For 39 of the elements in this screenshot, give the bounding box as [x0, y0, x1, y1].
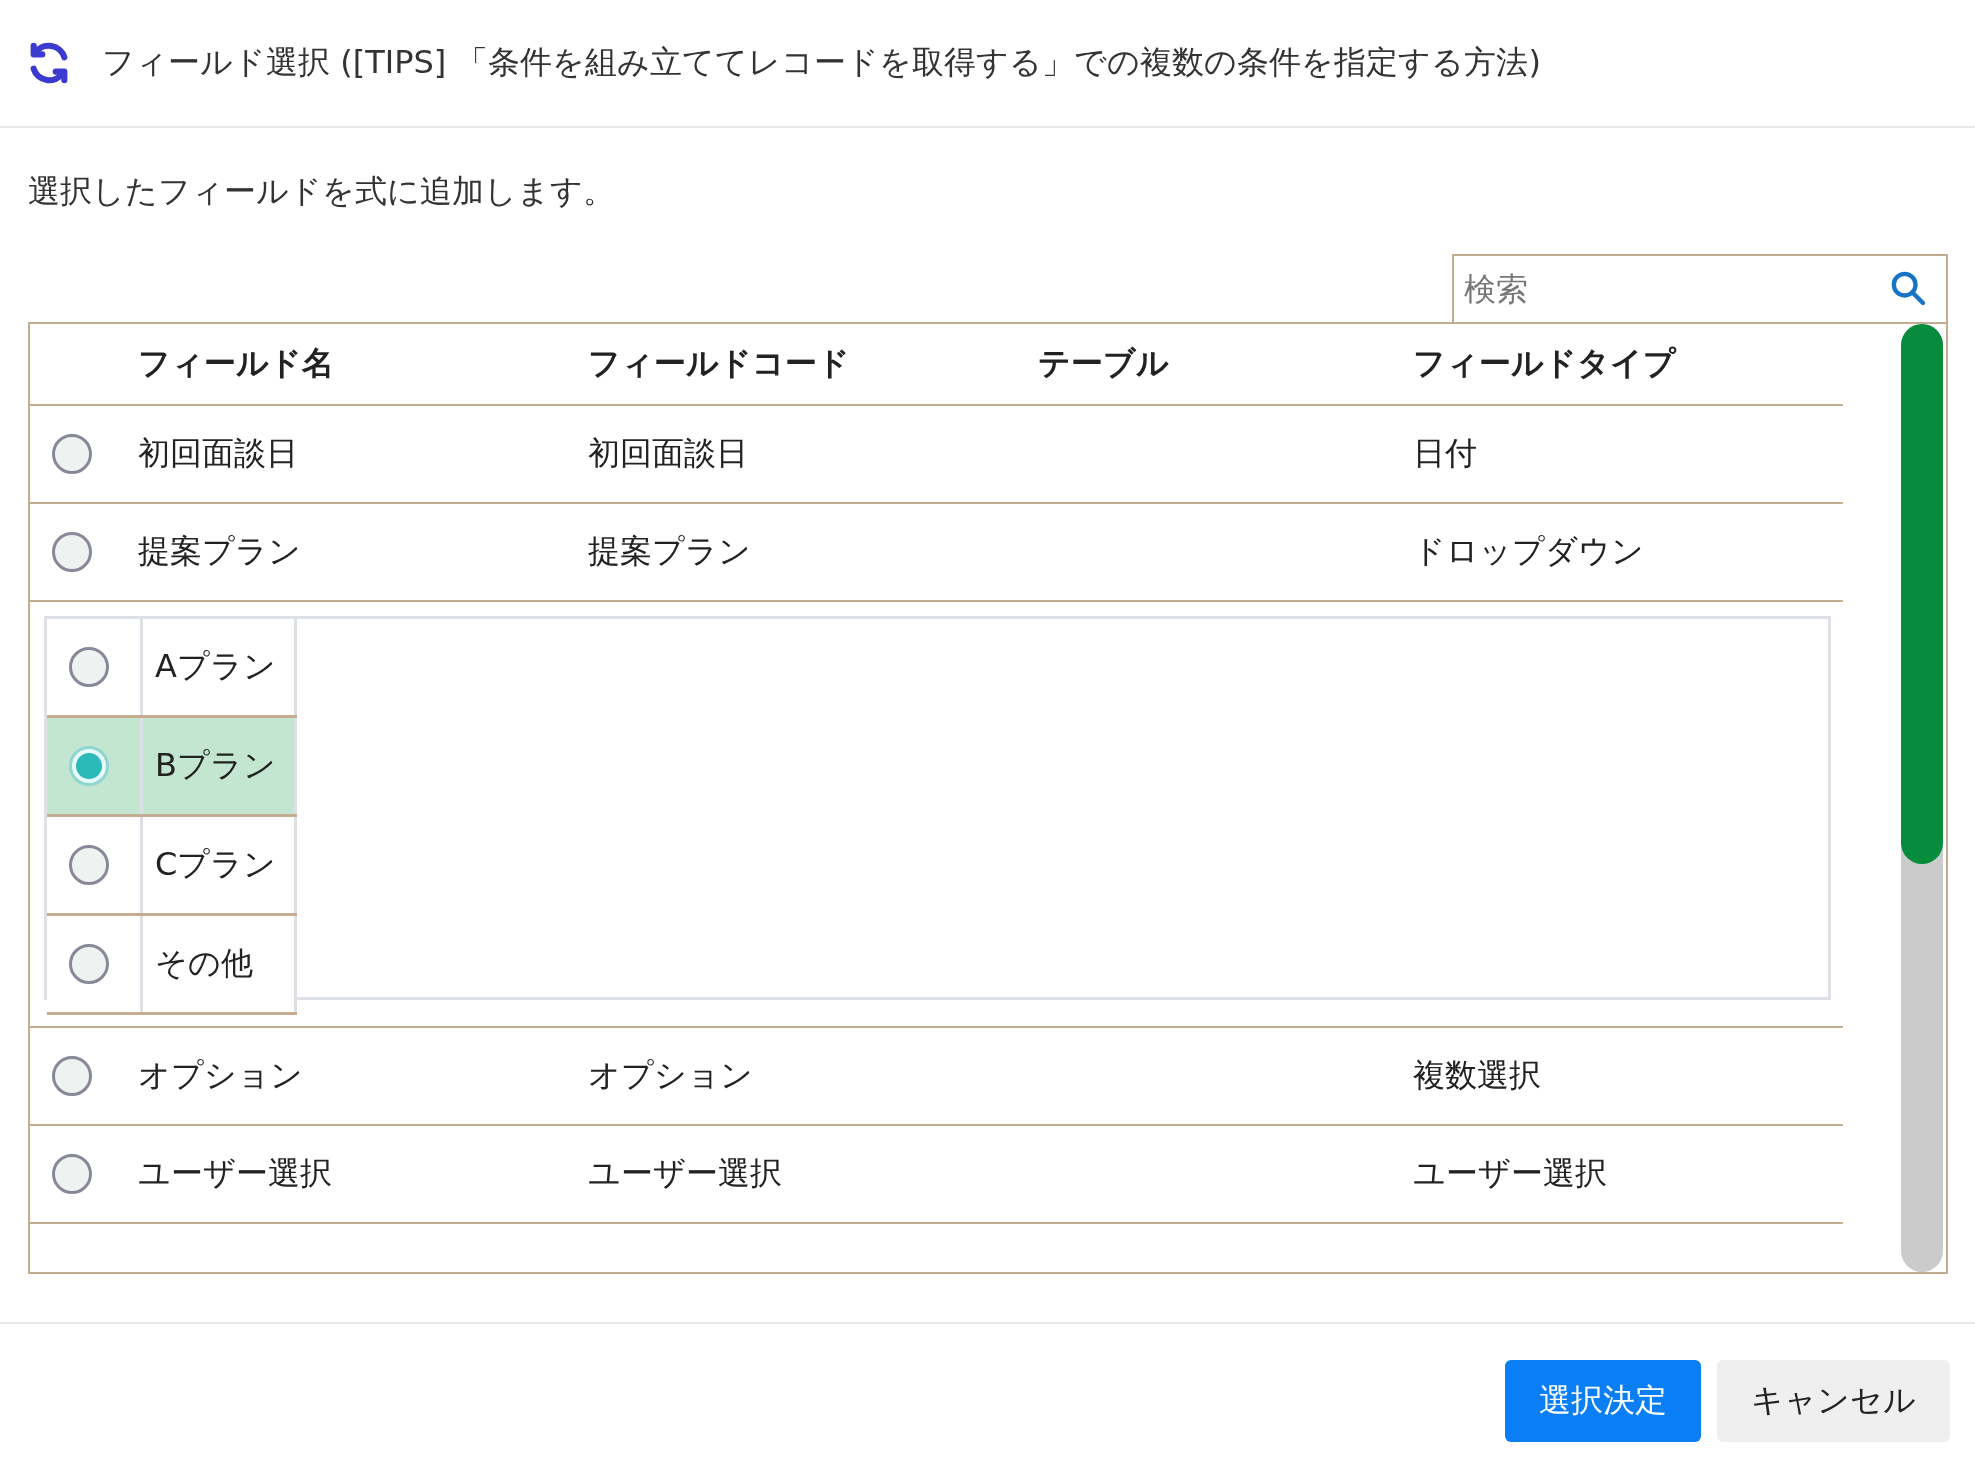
description-text: 選択したフィールドを式に追加します。 [28, 171, 616, 212]
table-cell-text: 初回面談日 [588, 433, 749, 474]
radio-button[interactable] [69, 845, 109, 885]
table-cell-text: 提案プラン [588, 531, 752, 572]
table-cell-text: 提案プラン [138, 531, 302, 572]
table-cell-text: ユーザー選択 [588, 1153, 783, 1194]
radio-button[interactable] [52, 1154, 92, 1194]
option-row[interactable]: Cプラン [47, 817, 297, 916]
table-cell-text: ユーザー選択 [138, 1153, 333, 1194]
table-cell-text: 初回面談日 [138, 433, 299, 474]
radio-button[interactable] [69, 746, 109, 786]
radio-button[interactable] [69, 944, 109, 984]
option-label: Bプラン [155, 745, 276, 786]
option-row[interactable]: その他 [47, 916, 297, 1015]
cancel-button[interactable]: キャンセル [1717, 1360, 1950, 1442]
option-row[interactable]: Bプラン [47, 718, 297, 817]
column-header: フィールド名 [138, 343, 335, 384]
table-cell-text: オプション [588, 1055, 754, 1096]
radio-button[interactable] [69, 647, 109, 687]
option-label: Aプラン [155, 646, 276, 687]
radio-button[interactable] [52, 434, 92, 474]
radio-button[interactable] [52, 532, 92, 572]
option-label: その他 [155, 943, 253, 984]
scrollbar[interactable] [1901, 324, 1943, 1272]
table-cell-text: ドロップダウン [1413, 531, 1645, 572]
scrollbar-thumb[interactable] [1901, 324, 1943, 864]
radio-button[interactable] [52, 1056, 92, 1096]
column-header: テーブル [1038, 343, 1170, 384]
table-cell-text: オプション [138, 1055, 304, 1096]
table-cell-text: ユーザー選択 [1413, 1153, 1608, 1194]
column-header: フィールドタイプ [1413, 343, 1678, 384]
search-field[interactable]: 検索 [1452, 254, 1948, 322]
confirm-button[interactable]: 選択決定 [1505, 1360, 1701, 1442]
option-label: Cプラン [155, 844, 277, 885]
column-header: フィールドコード [588, 343, 851, 384]
table-cell-text: 複数選択 [1413, 1055, 1542, 1096]
dialog-title: フィールド選択 ([TIPS] 「条件を組み立ててレコードを取得する」での複数の条件を指定する方法) [102, 42, 1541, 83]
option-row[interactable]: Aプラン [47, 619, 297, 718]
table-cell-text: 日付 [1413, 433, 1478, 474]
